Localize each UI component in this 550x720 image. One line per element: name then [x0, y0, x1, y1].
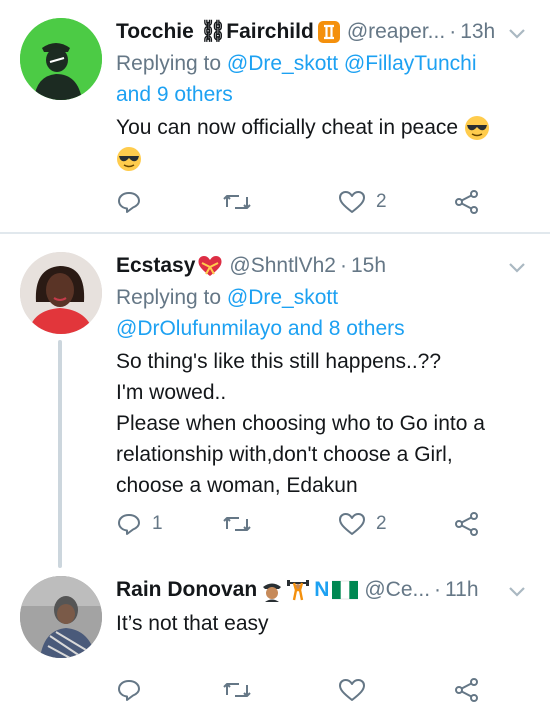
replying-to: Replying to @Dre_skott @DrOlufunmilayo a… — [116, 282, 532, 344]
user-handle[interactable]: @Ce... — [364, 578, 430, 602]
reply-icon — [118, 514, 140, 535]
reply-button[interactable] — [116, 674, 152, 706]
share-icon — [455, 678, 478, 702]
reply-button[interactable] — [116, 186, 152, 218]
tweet-1[interactable]: Tocchie ⛓Fairchild @reaper... · 13h Repl… — [0, 0, 550, 232]
tweet-text-line: So thing's like this still happens..?? — [116, 350, 442, 373]
avatar-photo — [20, 576, 102, 658]
caret-down-icon[interactable] — [506, 256, 528, 278]
replying-prefix: Replying to — [116, 286, 222, 309]
display-name[interactable]: Tocchie ⛓Fairchild — [116, 20, 314, 44]
separator-dot: · — [449, 20, 457, 43]
replying-prefix: Replying to — [116, 52, 222, 75]
tweet-3[interactable]: Rain Donovan N @Ce... · 11h It’s not tha… — [0, 564, 550, 720]
avatar-silhouette — [20, 18, 102, 100]
avatar-rain-donovan[interactable] — [20, 576, 102, 658]
tweet-text-line: I'm wowed.. — [116, 381, 227, 404]
avatar-ecstasy[interactable] — [20, 252, 102, 334]
reply-icon — [118, 680, 140, 701]
tweet-text-line: You can now officially cheat in peace — [116, 116, 459, 139]
retweet-icon — [223, 517, 251, 531]
like-count: 2 — [376, 191, 387, 212]
separator-dot: · — [434, 578, 442, 601]
tweet-header: Ecstasy @ShntlVh2 · 15h — [116, 250, 532, 282]
like-icon — [339, 191, 365, 213]
reply-count: 1 — [152, 513, 163, 534]
avatar-photo — [20, 252, 102, 334]
share-button[interactable] — [454, 186, 480, 218]
display-name[interactable]: Ecstasy — [116, 254, 195, 278]
replying-mentions[interactable]: @Dre_skott @FillayTunchi — [227, 52, 477, 75]
separator-dot: · — [339, 254, 347, 277]
sunglasses-emoji-icon — [464, 116, 489, 141]
caret-down-icon[interactable] — [506, 22, 528, 44]
name-badge-letter: N — [314, 578, 330, 601]
sunglasses-emoji-icon — [117, 147, 141, 172]
police-officer-emoji-icon — [263, 583, 282, 602]
like-icon — [339, 679, 365, 701]
tweet-actions: 2 — [116, 186, 496, 218]
timestamp[interactable]: 15h — [351, 254, 386, 278]
share-button[interactable] — [454, 674, 480, 706]
like-button[interactable] — [338, 674, 376, 706]
tweet-actions: 1 2 — [116, 508, 496, 540]
replying-others[interactable]: and 9 others — [116, 83, 233, 106]
retweet-icon — [223, 195, 251, 209]
retweet-button[interactable] — [222, 508, 262, 540]
like-button[interactable]: 2 — [338, 186, 387, 218]
user-handle[interactable]: @ShntlVh2 — [229, 254, 336, 278]
like-count: 2 — [376, 513, 387, 534]
reply-icon — [118, 192, 140, 213]
like-button[interactable]: 2 — [338, 508, 387, 540]
share-icon — [455, 190, 478, 214]
tweet-text-line: Please when choosing who to Go into a — [116, 412, 485, 435]
avatar-tocchie[interactable] — [20, 18, 102, 100]
timestamp[interactable]: 11h — [445, 578, 478, 602]
like-icon — [339, 513, 365, 535]
tweet-text: You can now officially cheat in peace — [116, 112, 532, 174]
share-icon — [455, 512, 478, 536]
retweet-icon — [223, 683, 251, 697]
user-handle[interactable]: @reaper... — [347, 20, 445, 44]
tweet-actions — [116, 674, 496, 706]
replying-mentions[interactable]: @Dre_skott — [227, 286, 338, 309]
tweet-text: So thing's like this still happens..?? I… — [116, 346, 532, 501]
display-name[interactable]: Rain Donovan — [116, 578, 257, 602]
retweet-button[interactable] — [222, 674, 262, 706]
share-button[interactable] — [454, 508, 480, 540]
replying-others[interactable]: @DrOlufunmilayo and 8 others — [116, 317, 405, 340]
weightlifter-emoji-icon — [287, 580, 310, 601]
heart-ribbon-emoji-icon — [198, 256, 222, 276]
caret-down-icon[interactable] — [506, 580, 528, 602]
replying-to: Replying to @Dre_skott @FillayTunchi and… — [116, 48, 532, 110]
tweet-text-line: choose a woman, Edakun — [116, 474, 358, 497]
thread-line — [58, 340, 62, 568]
nigeria-flag-icon — [332, 580, 359, 600]
tweet-text: It’s not that easy — [116, 612, 269, 635]
timestamp[interactable]: 13h — [460, 20, 495, 44]
tweet-2[interactable]: Ecstasy @ShntlVh2 · 15h Replying to @Dre… — [0, 234, 550, 568]
tweet-header: Tocchie ⛓Fairchild @reaper... · 13h — [116, 16, 532, 48]
gemini-emoji-icon — [317, 21, 340, 43]
tweet-text-line: relationship with,don't choose a Girl, — [116, 443, 453, 466]
tweet-header: Rain Donovan N @Ce... · 11h — [116, 574, 532, 606]
retweet-button[interactable] — [222, 186, 262, 218]
reply-button[interactable]: 1 — [116, 508, 163, 540]
